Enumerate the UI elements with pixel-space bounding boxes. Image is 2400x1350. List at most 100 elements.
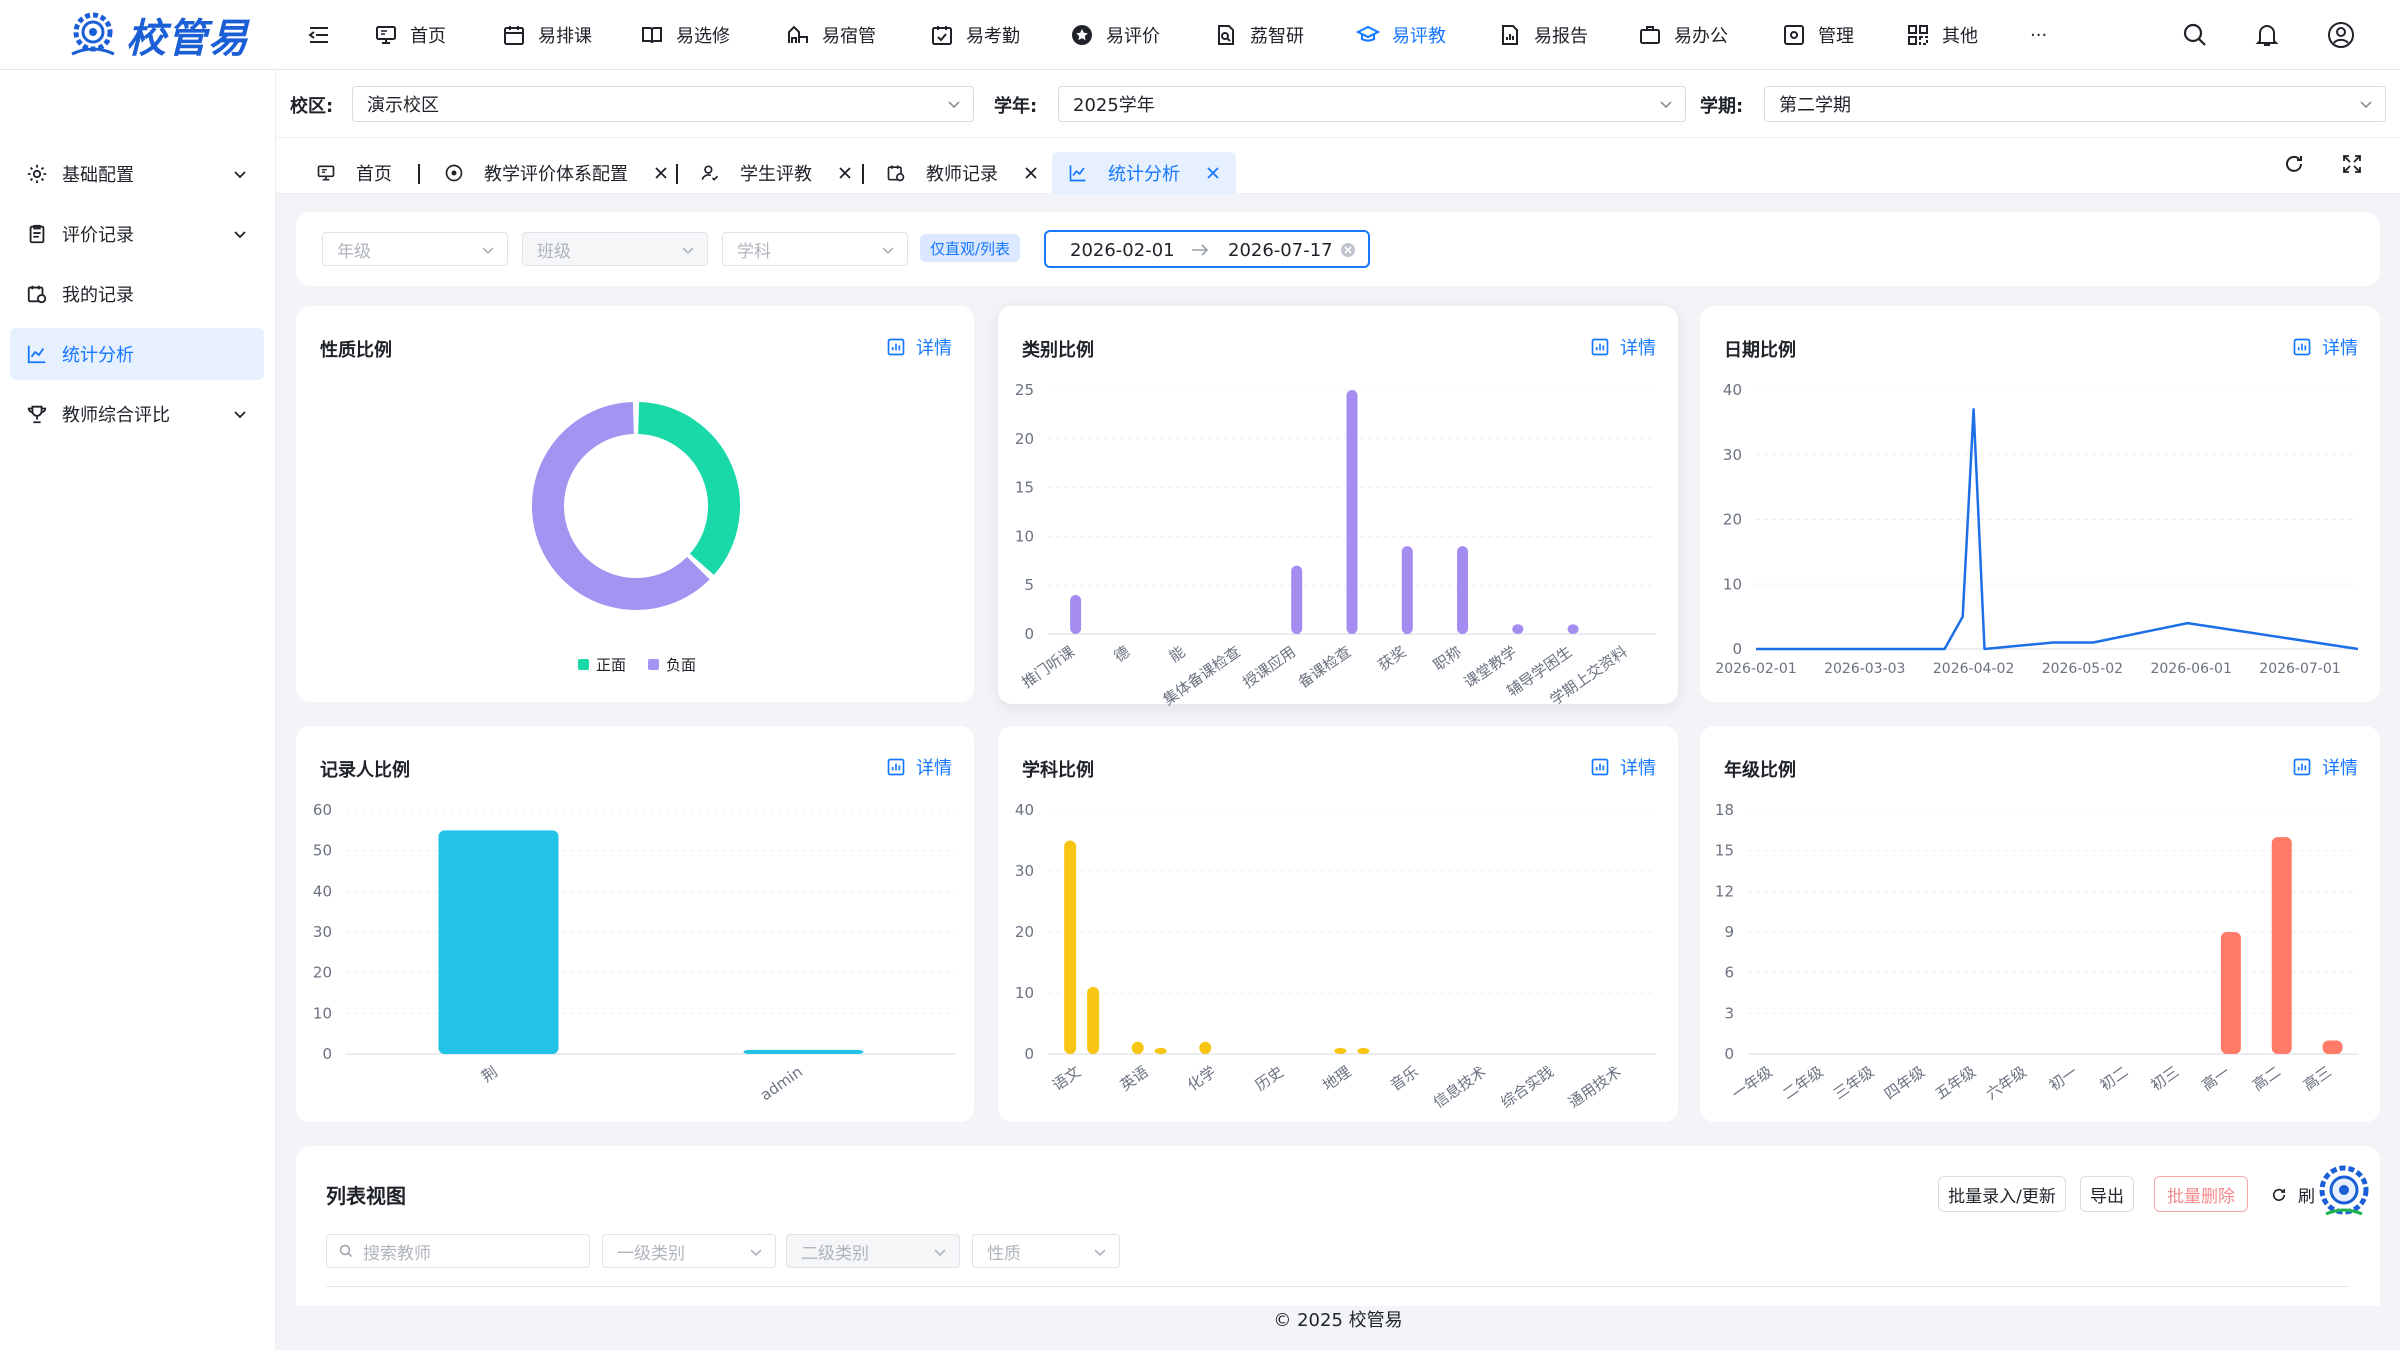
close-icon[interactable]: [1024, 166, 1038, 180]
close-icon[interactable]: [838, 166, 852, 180]
year-label: 学年:: [994, 96, 1038, 117]
campus-label: 校区:: [290, 96, 334, 117]
nav-item-11[interactable]: 其他: [1906, 18, 1978, 52]
close-icon[interactable]: [654, 166, 668, 180]
menu-collapse-icon[interactable]: [306, 22, 332, 48]
sidebar-item-3[interactable]: 统计分析: [10, 328, 264, 380]
clear-icon[interactable]: [1340, 242, 1356, 258]
tab-0[interactable]: 首页: [300, 152, 408, 194]
teacher-search-input[interactable]: 搜索教师: [326, 1234, 590, 1268]
app-logo[interactable]: 校管易: [66, 5, 249, 65]
nav-item-label: 易排课: [538, 26, 592, 47]
nav-item-label: 易宿管: [822, 26, 876, 47]
year-select[interactable]: 2025学年: [1058, 86, 1686, 122]
tab-separator: [862, 164, 864, 184]
detail-label: 详情: [916, 758, 952, 779]
chevron-down-icon: [1094, 1249, 1106, 1257]
report-icon: [1502, 25, 1518, 45]
list-view-card: [296, 1146, 2380, 1306]
tab-4[interactable]: 统计分析: [1052, 152, 1236, 194]
search-icon[interactable]: [2180, 20, 2210, 50]
nav-item-10[interactable]: 管理: [1782, 18, 1854, 52]
campus-select[interactable]: 演示校区: [352, 86, 974, 122]
detail-link[interactable]: 详情: [1590, 754, 1656, 780]
grade-select[interactable]: 年级: [322, 232, 508, 266]
tab-separator: [676, 164, 678, 184]
monitor-icon: [317, 165, 335, 181]
tab-2[interactable]: 学生评教: [684, 152, 868, 194]
close-icon[interactable]: [1206, 166, 1220, 180]
chevron-down-icon: [234, 231, 246, 239]
sidebar-item-1[interactable]: 评价记录: [10, 208, 264, 260]
nav-item-3[interactable]: 易宿管: [786, 18, 876, 52]
record-calendar-icon: [887, 165, 905, 182]
nav-item-7[interactable]: 易评教: [1356, 18, 1446, 52]
sidebar-item-0[interactable]: 基础配置: [10, 148, 264, 200]
settings-box-icon: [1784, 25, 1804, 45]
nav-item-2[interactable]: 易选修: [640, 18, 730, 52]
nav-item-label: 易选修: [676, 26, 730, 47]
scope-filter-bar: 校区: 演示校区 学年: 2025学年 学期: 第二学期: [276, 70, 2400, 138]
fullscreen-icon[interactable]: [2340, 152, 2364, 176]
nav-item-label: 管理: [1818, 26, 1854, 47]
batch-delete-button[interactable]: 批量删除: [2154, 1176, 2248, 1212]
sidebar-item-label: 统计分析: [62, 345, 134, 366]
bar-chart-icon: [2293, 758, 2311, 776]
sidebar-item-label: 教师综合评比: [62, 405, 170, 426]
target-icon: [445, 164, 463, 182]
subject-select[interactable]: 学科: [722, 232, 908, 266]
tab-label: 统计分析: [1108, 164, 1180, 185]
nav-item-9[interactable]: 易办公: [1638, 18, 1728, 52]
tab-label: 首页: [356, 164, 392, 185]
chart-card-category: [998, 306, 1678, 704]
export-button[interactable]: 导出: [2080, 1176, 2134, 1212]
batch-import-button[interactable]: 批量录入/更新: [1938, 1176, 2066, 1212]
sidebar-item-4[interactable]: 教师综合评比: [10, 388, 264, 440]
detail-link[interactable]: 详情: [886, 334, 952, 360]
nature-select[interactable]: 性质: [972, 1234, 1120, 1268]
nav-item-1[interactable]: 易排课: [502, 18, 592, 52]
detail-label: 详情: [2322, 758, 2358, 779]
sidebar-item-2[interactable]: 我的记录: [10, 268, 264, 320]
detail-link[interactable]: 详情: [2292, 334, 2358, 360]
detail-link[interactable]: 详情: [886, 754, 952, 780]
tab-3[interactable]: 教师记录: [870, 152, 1054, 194]
subject-placeholder: 学科: [737, 241, 771, 262]
level2-category-select[interactable]: 二级类别: [786, 1234, 960, 1268]
sidebar-item-label: 我的记录: [62, 285, 134, 306]
nav-item-4[interactable]: 易考勤: [930, 18, 1020, 52]
tab-separator: [418, 164, 420, 184]
calendar-icon: [504, 26, 524, 45]
record-calendar-icon: [27, 285, 47, 304]
floating-assistant-icon[interactable]: [2316, 1164, 2372, 1220]
book-icon: [642, 27, 662, 44]
user-avatar-icon[interactable]: [2326, 20, 2356, 50]
chart-title: 记录人比例: [320, 760, 410, 781]
level1-category-select[interactable]: 一级类别: [602, 1234, 776, 1268]
bell-icon[interactable]: [2252, 20, 2282, 50]
chevron-down-icon: [2360, 101, 2372, 109]
term-select[interactable]: 第二学期: [1764, 86, 2386, 122]
view-mode-toggle[interactable]: 仅直观/列表: [920, 234, 1021, 262]
nav-item-8[interactable]: 易报告: [1498, 18, 1588, 52]
nav-item-5[interactable]: 易评价: [1070, 18, 1160, 52]
line-chart-icon: [27, 345, 46, 364]
star-icon: [1072, 25, 1092, 45]
table-divider: [326, 1286, 2350, 1287]
grade-placeholder: 年级: [337, 241, 371, 262]
refresh-button[interactable]: 刷: [2270, 1182, 2315, 1207]
date-range-picker[interactable]: 2026-02-01 2026-07-17: [1044, 230, 1370, 268]
nav-item-12[interactable]: ···: [2030, 18, 2047, 52]
nav-item-0[interactable]: 首页: [374, 18, 446, 52]
chart-card-nature: [296, 306, 974, 702]
tab-1[interactable]: 教学评价体系配置: [428, 152, 684, 194]
detail-label: 详情: [1620, 758, 1656, 779]
chevron-down-icon: [948, 101, 960, 109]
clipboard-icon: [29, 224, 45, 244]
nav-item-6[interactable]: 荔智研: [1214, 18, 1304, 52]
refresh-icon[interactable]: [2282, 152, 2306, 176]
class-select[interactable]: 班级: [522, 232, 708, 266]
detail-link[interactable]: 详情: [2292, 754, 2358, 780]
detail-link[interactable]: 详情: [1590, 334, 1656, 360]
chart-title: 类别比例: [1022, 340, 1094, 361]
